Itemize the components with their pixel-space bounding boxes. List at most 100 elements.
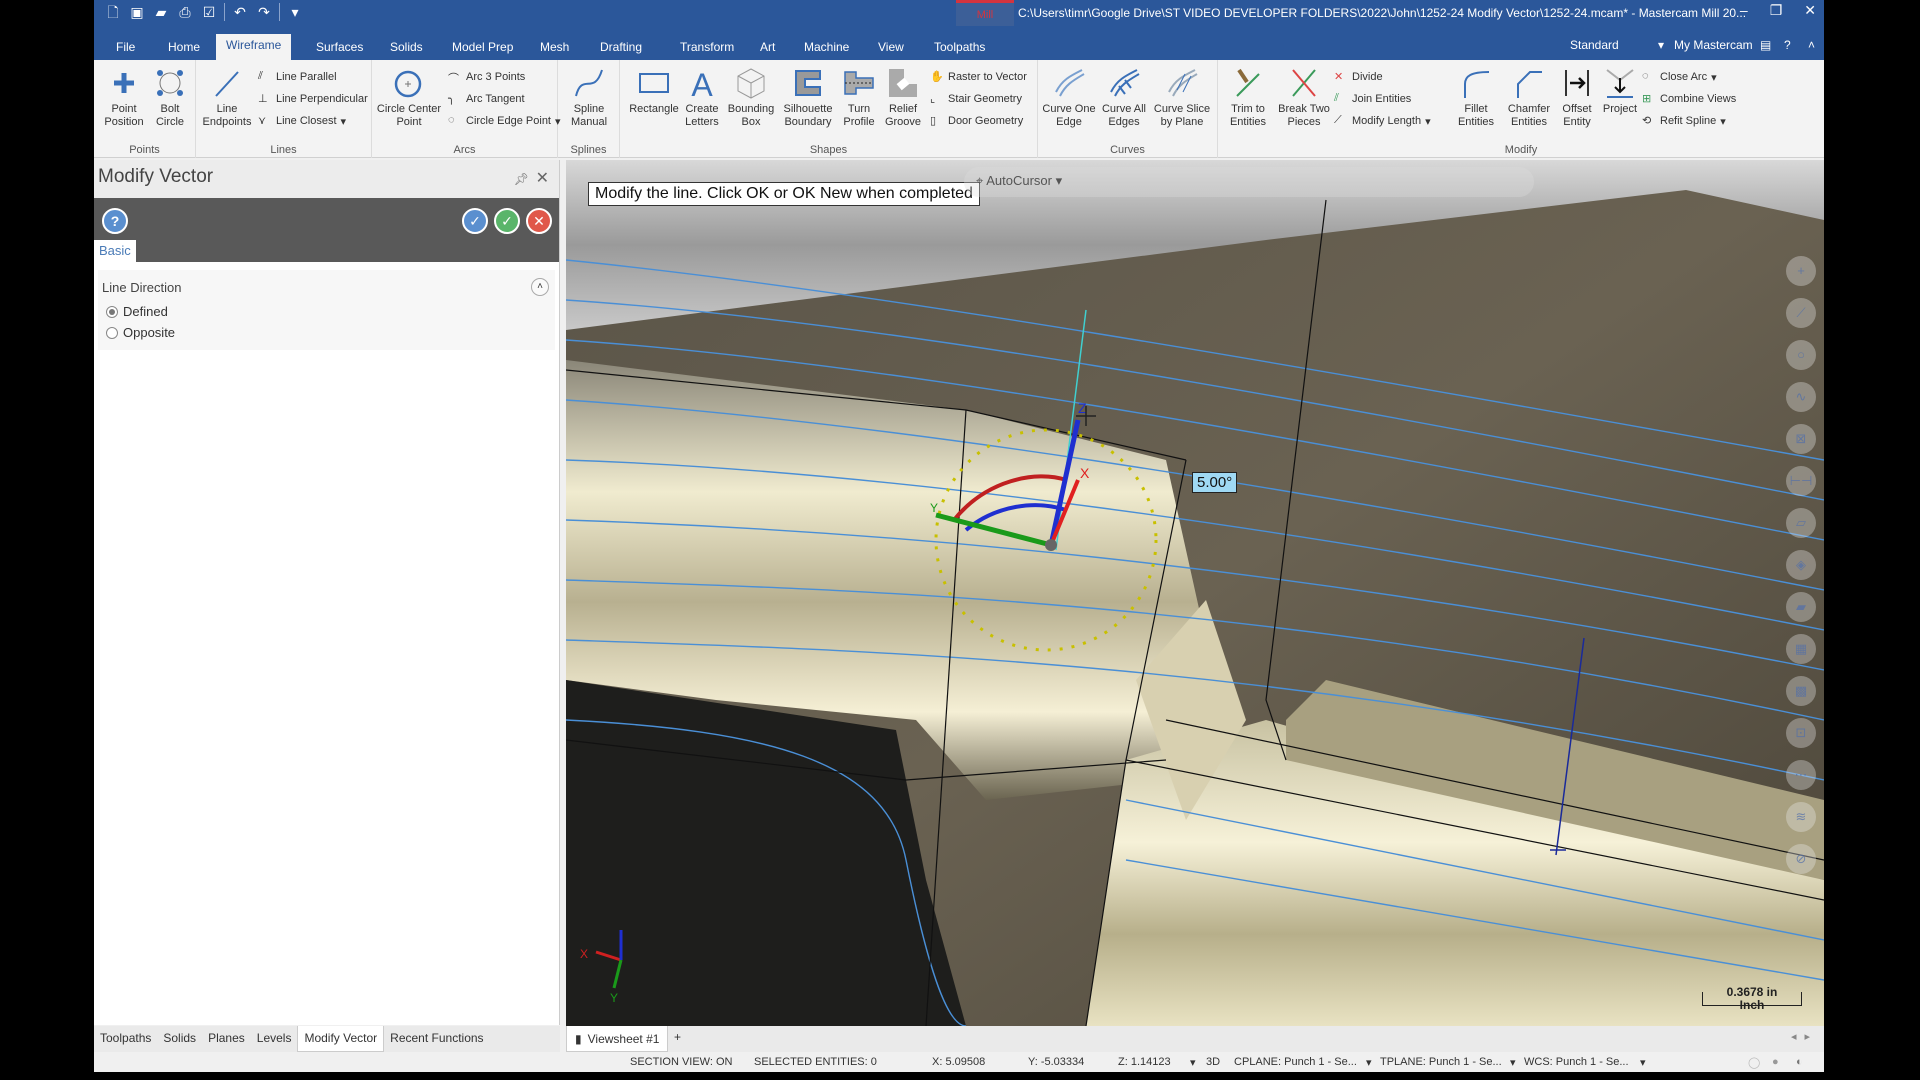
surface-tool-icon[interactable]: ▰	[1786, 592, 1816, 622]
layer-tool-icon[interactable]: ≋	[1786, 802, 1816, 832]
ok-button[interactable]: ✓	[494, 208, 520, 234]
fillet-entities-button[interactable]: Fillet Entities	[1452, 66, 1500, 129]
tplane-selector[interactable]: TPLANE: Punch 1 - Se...	[1380, 1056, 1502, 1068]
undo-icon[interactable]: ↶	[231, 3, 249, 21]
viewsheet-scroll-arrows[interactable]: ◂▸	[1791, 1030, 1818, 1043]
viewsheet-tab-1[interactable]: ▮ Viewsheet #1	[566, 1026, 669, 1052]
close-panel-icon[interactable]: ✕	[536, 168, 549, 188]
my-mastercam-button[interactable]: My Mastercam	[1674, 38, 1753, 52]
close-icon[interactable]: ✕	[1804, 2, 1816, 19]
level-tool-icon[interactable]: ▦	[1786, 634, 1816, 664]
tab-recent-functions[interactable]: Recent Functions	[384, 1026, 489, 1052]
restore-icon[interactable]: ❐	[1770, 2, 1783, 19]
new-file-icon[interactable]: 🗋	[104, 3, 122, 21]
tplane-dropdown-icon[interactable]: ▾	[1510, 1056, 1516, 1069]
tab-solids-manager[interactable]: Solids	[157, 1026, 202, 1052]
trim-to-entities-button[interactable]: Trim to Entities	[1222, 66, 1274, 129]
add-viewsheet-button[interactable]: +	[674, 1030, 681, 1044]
print-icon[interactable]: ⎙	[176, 3, 194, 21]
arc-tangent-button[interactable]: ╮ Arc Tangent	[448, 92, 525, 106]
redo-icon[interactable]: ↷	[255, 3, 273, 21]
tab-planes-manager[interactable]: Planes	[202, 1026, 251, 1052]
tab-drafting[interactable]: Drafting	[590, 36, 652, 60]
open-icon[interactable]: ▰	[152, 3, 170, 21]
tab-machine[interactable]: Machine	[794, 36, 859, 60]
collapse-ribbon-icon[interactable]: ˄	[1808, 38, 1815, 52]
curve-one-edge-button[interactable]: Curve One Edge	[1042, 66, 1096, 129]
door-geometry-button[interactable]: ▯ Door Geometry	[930, 114, 1023, 128]
tab-toolpaths-manager[interactable]: Toolpaths	[94, 1026, 157, 1052]
arc-3-points-button[interactable]: ⌒ Arc 3 Points	[448, 70, 525, 85]
line-tool-icon[interactable]: ⟋	[1786, 298, 1816, 328]
tab-file[interactable]: File	[106, 36, 145, 60]
tab-home[interactable]: Home	[158, 36, 210, 60]
tab-solids[interactable]: Solids	[380, 36, 433, 60]
point-position-button[interactable]: Point Position	[102, 66, 146, 129]
line-closest-button[interactable]: ⋎ Line Closest ▾	[258, 114, 346, 128]
tab-surfaces[interactable]: Surfaces	[306, 36, 373, 60]
project-button[interactable]: Project	[1600, 66, 1640, 116]
z-coordinate[interactable]: Z: 1.14123	[1118, 1056, 1171, 1068]
divide-button[interactable]: ✕ Divide	[1334, 70, 1383, 84]
z-dropdown-icon[interactable]: ▾	[1190, 1056, 1196, 1069]
translucency-icon[interactable]: ◐	[1796, 1056, 1803, 1068]
help-icon[interactable]: ?	[1784, 38, 1791, 52]
radio-defined[interactable]: Defined	[106, 304, 168, 319]
clear-tool-icon[interactable]: ⊘	[1786, 844, 1816, 874]
feedback-icon[interactable]: ▤	[1760, 38, 1771, 52]
line-endpoints-button[interactable]: Line Endpoints	[202, 66, 252, 129]
workspace-dropdown[interactable]: Standard	[1570, 38, 1619, 52]
wcs-dropdown-icon[interactable]: ▾	[1640, 1056, 1646, 1069]
tab-mesh[interactable]: Mesh	[530, 36, 579, 60]
relief-groove-button[interactable]: Relief Groove	[882, 66, 924, 129]
autocursor-toolbar[interactable]: ⌖ AutoCursor ▾	[964, 167, 1534, 197]
help-button[interactable]: ?	[102, 208, 128, 234]
tab-basic[interactable]: Basic	[94, 240, 136, 262]
stair-geometry-button[interactable]: ⌞ Stair Geometry	[930, 92, 1022, 106]
grid-tool-icon[interactable]: ⋯	[1786, 760, 1816, 790]
gizmo-origin[interactable]	[1045, 539, 1057, 551]
create-letters-button[interactable]: A Create Letters	[682, 66, 722, 129]
combine-views-button[interactable]: ⊞ Combine Views	[1642, 92, 1736, 106]
join-entities-button[interactable]: ⫽ Join Entities	[1334, 92, 1411, 106]
section-view-status[interactable]: SECTION VIEW: ON	[630, 1056, 732, 1068]
silhouette-boundary-button[interactable]: Silhouette Boundary	[780, 66, 836, 129]
tab-wireframe[interactable]: Wireframe	[216, 34, 292, 60]
graphics-viewport[interactable]: Z X Y X Y Modify the line. Click OK or O…	[566, 160, 1824, 1026]
minimize-icon[interactable]: –	[1740, 2, 1748, 19]
curve-slice-by-plane-button[interactable]: Curve Slice by Plane	[1152, 66, 1212, 129]
tab-model-prep[interactable]: Model Prep	[442, 36, 523, 60]
cplane-dropdown-icon[interactable]: ▾	[1366, 1056, 1372, 1069]
circle-edge-point-button[interactable]: ◌ Circle Edge Point ▾	[448, 114, 561, 128]
bolt-circle-button[interactable]: Bolt Circle	[150, 66, 190, 129]
cube-tool-icon[interactable]: ⊠	[1786, 424, 1816, 454]
dropdown-arrow-icon[interactable]: ▾	[1658, 38, 1664, 52]
save-icon[interactable]: ▣	[128, 3, 146, 21]
spline-manual-button[interactable]: Spline Manual	[564, 66, 614, 129]
wcs-selector[interactable]: WCS: Punch 1 - Se...	[1524, 1056, 1629, 1068]
solid-tool-icon[interactable]: ◈	[1786, 550, 1816, 580]
modify-length-button[interactable]: ⟋ Modify Length ▾	[1334, 114, 1431, 128]
save-as-icon[interactable]: ☑	[200, 3, 218, 21]
shaded-icon[interactable]: ●	[1772, 1056, 1779, 1068]
radio-opposite[interactable]: Opposite	[106, 325, 175, 340]
cancel-button[interactable]: ✕	[526, 208, 552, 234]
break-two-pieces-button[interactable]: Break Two Pieces	[1276, 66, 1332, 129]
ok-new-button[interactable]: ✓	[462, 208, 488, 234]
point-tool-icon[interactable]: +	[1786, 256, 1816, 286]
customize-icon[interactable]: ▾	[286, 3, 304, 21]
tab-art[interactable]: Art	[750, 36, 785, 60]
tab-toolpaths[interactable]: Toolpaths	[924, 36, 995, 60]
line-parallel-button[interactable]: ⫽ Line Parallel	[258, 70, 337, 84]
view-mode[interactable]: 3D	[1206, 1056, 1220, 1068]
refit-spline-button[interactable]: ⟲ Refit Spline ▾	[1642, 114, 1726, 128]
close-arc-button[interactable]: ◌ Close Arc ▾	[1642, 70, 1717, 84]
cplane-selector[interactable]: CPLANE: Punch 1 - Se...	[1234, 1056, 1357, 1068]
angle-readout[interactable]: 5.00°	[1192, 472, 1238, 493]
rectangle-button[interactable]: Rectangle	[628, 66, 680, 116]
plane-tool-icon[interactable]: ▱	[1786, 508, 1816, 538]
color-tool-icon[interactable]: ▩	[1786, 676, 1816, 706]
line-perpendicular-button[interactable]: ⊥ Line Perpendicular	[258, 92, 368, 106]
bounding-box-button[interactable]: Bounding Box	[724, 66, 778, 129]
analyze-tool-icon[interactable]: ⊡	[1786, 718, 1816, 748]
